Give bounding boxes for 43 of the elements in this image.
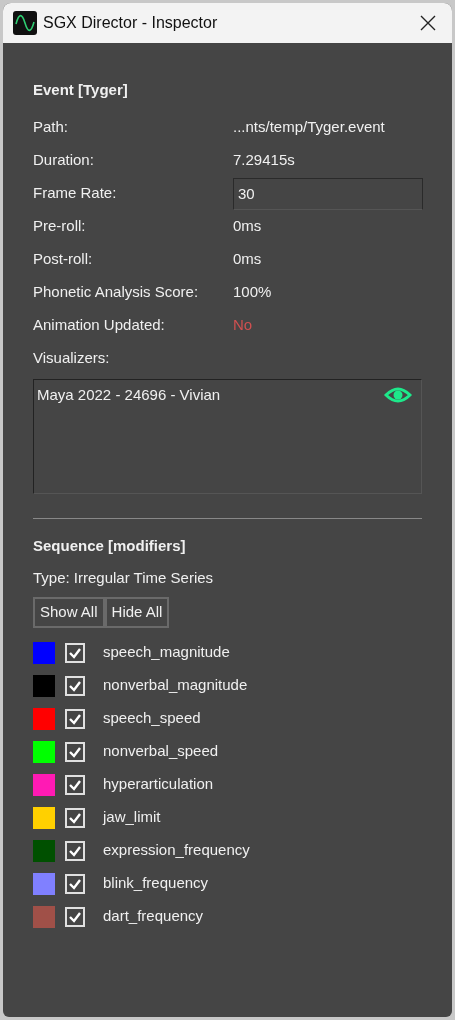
- field-value: 7.29415s: [233, 150, 295, 171]
- field-value: ...nts/temp/Tyger.event: [233, 117, 385, 138]
- modifier-label: expression_frequency: [103, 840, 250, 861]
- checkbox[interactable]: [65, 741, 85, 762]
- wave-logo-icon: [13, 11, 37, 35]
- checkbox[interactable]: [65, 774, 85, 795]
- field-label: Path:: [33, 117, 70, 138]
- modifier-label: blink_frequency: [103, 873, 209, 894]
- window-title: SGX Director - Inspector: [43, 13, 219, 33]
- toolbar-button[interactable]: Show All: [33, 597, 105, 628]
- field-label: Frame Rate:: [33, 183, 118, 204]
- field-value: No: [233, 315, 253, 336]
- checkbox[interactable]: [65, 873, 85, 894]
- modifier-label: nonverbal_speed: [103, 741, 219, 762]
- field-label: Visualizers:: [33, 348, 111, 369]
- modifier-label: jaw_limit: [103, 807, 161, 828]
- field-value: 0ms: [233, 249, 262, 270]
- checkbox[interactable]: [65, 708, 85, 729]
- modifier-label: nonverbal_magnitude: [103, 675, 248, 696]
- checkbox[interactable]: [65, 675, 85, 696]
- checkbox[interactable]: [65, 840, 85, 861]
- modifier-label: dart_frequency: [103, 906, 204, 927]
- toolbar-button[interactable]: Hide All: [104, 597, 170, 628]
- visualizer-item[interactable]: Maya 2022 - 24696 - Vivian: [37, 384, 221, 407]
- field-label: Post-roll:: [33, 249, 94, 270]
- modifier-label: hyperarticulation: [103, 774, 214, 795]
- input-field[interactable]: 30: [233, 177, 423, 210]
- field-label: Animation Updated:: [33, 315, 166, 336]
- modifier-label: speech_speed: [103, 708, 201, 729]
- field-label: Duration:: [33, 150, 95, 171]
- field-value: 100%: [233, 282, 272, 303]
- field-label: Pre-roll:: [33, 216, 87, 237]
- eye-icon[interactable]: [384, 386, 412, 405]
- section-heading: Sequence [modifiers]: [33, 536, 187, 556]
- checkbox[interactable]: [65, 807, 85, 828]
- section-heading: Event [Tyger]: [33, 80, 129, 100]
- field-label: Phonetic Analysis Score:: [33, 282, 200, 303]
- checkbox[interactable]: [65, 906, 85, 927]
- modifier-label: speech_magnitude: [103, 642, 230, 663]
- type-label: Type: Irregular Time Series: [33, 568, 215, 588]
- close-icon[interactable]: [420, 15, 436, 31]
- checkbox[interactable]: [65, 642, 85, 663]
- field-value: 0ms: [233, 216, 262, 237]
